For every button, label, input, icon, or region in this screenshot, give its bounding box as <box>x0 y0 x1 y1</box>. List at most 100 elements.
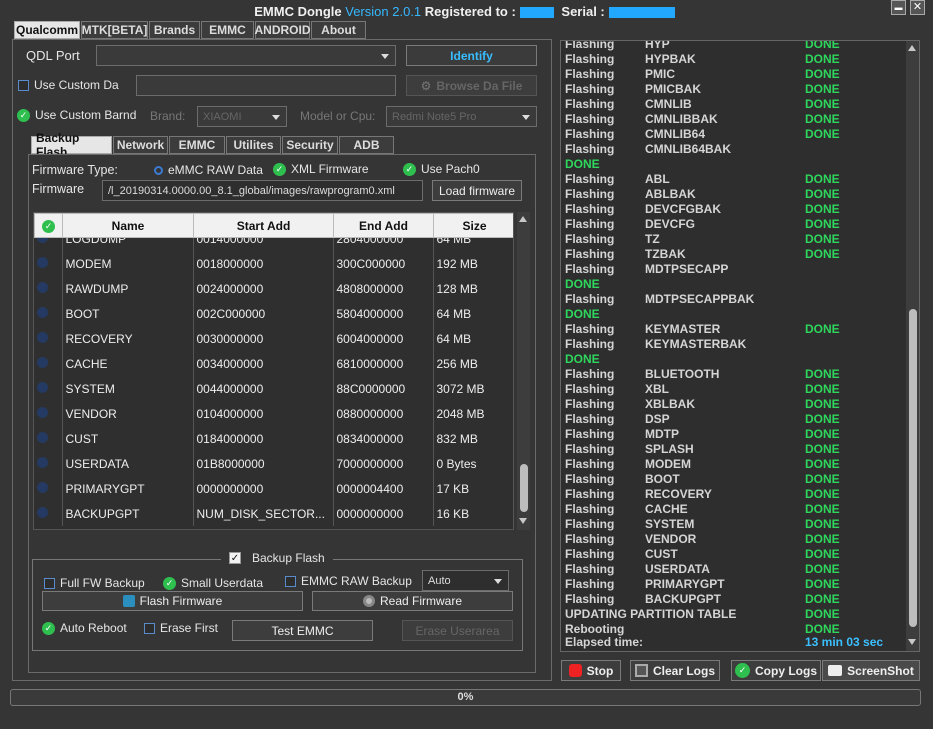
tab-utilites[interactable]: Utilites <box>226 136 281 154</box>
log-line: Flashing DEVCFG DONE <box>565 217 905 232</box>
tab-about[interactable]: About <box>311 21 366 39</box>
table-row[interactable]: RECOVERY 0030000000 6004000000 64 MB <box>34 326 513 351</box>
tab-mtk[interactable]: MTK[BETA] <box>81 21 148 39</box>
custom-da-checkbox[interactable] <box>18 79 29 91</box>
table-row[interactable]: USERDATA 01B8000000 7000000000 0 Bytes <box>34 451 513 476</box>
screenshot-button[interactable]: ScreenShot <box>822 660 920 681</box>
table-row[interactable]: BACKUPGPT NUM_DISK_SECTOR... 0000000000 16 … <box>34 501 513 526</box>
scroll-up-icon[interactable] <box>908 45 916 51</box>
custom-da-input[interactable] <box>136 75 396 96</box>
row-select-dot[interactable] <box>37 356 48 368</box>
log-status: DONE <box>805 397 840 411</box>
minimize-button[interactable]: ▬ <box>891 0 906 15</box>
test-emmc-button[interactable]: Test EMMC <box>232 620 373 641</box>
erase-first-checkbox[interactable] <box>144 622 155 634</box>
row-select-cell[interactable] <box>34 501 63 526</box>
table-scrollbar[interactable] <box>517 212 530 530</box>
opt-pach[interactable]: ✓ Use Pach0 <box>403 162 480 176</box>
auto-reboot-row[interactable]: ✓ Auto Reboot <box>42 621 127 635</box>
mode-select[interactable]: Auto <box>422 570 509 591</box>
tab-backup-flash[interactable]: Backup Flash <box>31 131 112 159</box>
read-firmware-button[interactable]: Read Firmware <box>312 591 513 611</box>
tab-sub-emmc[interactable]: EMMC <box>169 136 225 154</box>
row-select-cell[interactable] <box>34 326 63 351</box>
tab-android[interactable]: ANDROID <box>255 21 311 39</box>
table-row[interactable]: VENDOR 0104000000 0880000000 2048 MB <box>34 401 513 426</box>
opt-raw[interactable]: eMMC RAW Data <box>154 163 263 177</box>
firmware-type-label: Firmware Type: <box>32 163 118 177</box>
tab-emmc[interactable]: EMMC <box>201 21 254 39</box>
log-scroll-thumb[interactable] <box>909 309 917 627</box>
row-select-dot[interactable] <box>37 406 48 418</box>
full-fw-row[interactable]: Full FW Backup <box>44 576 145 590</box>
tab-qualcomm[interactable]: Qualcomm <box>14 21 80 39</box>
flash-firmware-button[interactable]: Flash Firmware <box>42 591 303 611</box>
row-select-cell[interactable] <box>34 251 63 276</box>
row-select-cell[interactable] <box>34 476 63 501</box>
check-icon[interactable]: ✓ <box>17 108 30 122</box>
row-select-dot[interactable] <box>37 331 48 343</box>
row-select-dot[interactable] <box>37 306 48 318</box>
table-scroll-thumb[interactable] <box>520 464 528 512</box>
row-select-cell[interactable] <box>34 276 63 301</box>
row-select-cell[interactable] <box>34 376 63 401</box>
row-select-dot[interactable] <box>37 381 48 393</box>
emmc-raw-row[interactable]: EMMC RAW Backup <box>285 574 412 588</box>
small-userdata-row[interactable]: ✓ Small Userdata <box>163 576 263 590</box>
clear-logs-button[interactable]: Clear Logs <box>630 660 720 681</box>
backup-flash-checkbox[interactable]: ✓ <box>229 552 241 564</box>
check-icon[interactable]: ✓ <box>42 621 55 635</box>
tab-brands[interactable]: Brands <box>149 21 200 39</box>
row-select-cell[interactable] <box>34 301 63 326</box>
flash-firmware-label: Flash Firmware <box>139 594 223 608</box>
load-firmware-button[interactable]: Load firmware <box>432 180 522 201</box>
scroll-down-icon[interactable] <box>908 639 916 645</box>
scroll-down-icon[interactable] <box>519 518 527 524</box>
row-select-dot[interactable] <box>37 256 48 268</box>
check-icon[interactable]: ✓ <box>273 162 286 176</box>
erase-first-row[interactable]: Erase First <box>144 621 218 635</box>
row-select-dot[interactable] <box>37 506 48 518</box>
opt-xml[interactable]: ✓ XML Firmware <box>273 162 369 176</box>
table-row[interactable]: RAWDUMP 0024000000 4808000000 128 MB <box>34 276 513 301</box>
qdl-port-select[interactable] <box>96 45 396 66</box>
row-select-dot[interactable] <box>37 281 48 293</box>
log-partition: MDTP <box>645 427 679 441</box>
row-select-cell[interactable] <box>34 426 63 451</box>
row-select-cell[interactable] <box>34 401 63 426</box>
table-row[interactable]: PRIMARYGPT 0000000000 0000004400 17 KB <box>34 476 513 501</box>
full-fw-checkbox[interactable] <box>44 577 55 589</box>
stop-button[interactable]: Stop <box>561 660 621 681</box>
radio-raw[interactable] <box>154 165 163 175</box>
log-scrollbar[interactable] <box>906 41 919 651</box>
log-line: DONE <box>565 352 905 367</box>
identify-button[interactable]: Identify <box>406 45 537 66</box>
check-icon[interactable]: ✓ <box>403 162 416 176</box>
row-select-cell[interactable] <box>34 351 63 376</box>
row-select-dot[interactable] <box>37 456 48 468</box>
check-icon[interactable]: ✓ <box>163 576 176 590</box>
table-row[interactable]: MODEM 0018000000 300C000000 192 MB <box>34 251 513 276</box>
tab-security[interactable]: Security <box>282 136 338 154</box>
log-action: Flashing <box>565 97 615 111</box>
row-select-dot[interactable] <box>37 431 48 443</box>
row-select-dot[interactable] <box>37 481 48 493</box>
log-status: DONE <box>805 502 840 516</box>
partition-name: PRIMARYGPT <box>62 476 194 501</box>
log-line: DONE <box>565 307 905 322</box>
tab-network[interactable]: Network <box>113 136 168 154</box>
firmware-path-input[interactable]: /l_20190314.0000.00_8.1_global/images/ra… <box>102 180 423 201</box>
log-partition: DEVCFGBAK <box>645 202 722 216</box>
tab-adb[interactable]: ADB <box>339 136 394 154</box>
table-row[interactable]: BOOT 002C000000 5804000000 64 MB <box>34 301 513 326</box>
copy-logs-button[interactable]: ✓ Copy Logs <box>731 660 821 681</box>
table-row[interactable]: SYSTEM 0044000000 88C0000000 3072 MB <box>34 376 513 401</box>
close-button[interactable]: ✕ <box>910 0 925 15</box>
emmc-raw-checkbox[interactable] <box>285 575 296 587</box>
end-address: 88C0000000 <box>333 376 434 401</box>
log-partition: DEVCFG <box>645 217 696 231</box>
table-row[interactable]: CACHE 0034000000 6810000000 256 MB <box>34 351 513 376</box>
scroll-up-icon[interactable] <box>519 216 527 222</box>
table-row[interactable]: CUST 0184000000 0834000000 832 MB <box>34 426 513 451</box>
row-select-cell[interactable] <box>34 451 63 476</box>
